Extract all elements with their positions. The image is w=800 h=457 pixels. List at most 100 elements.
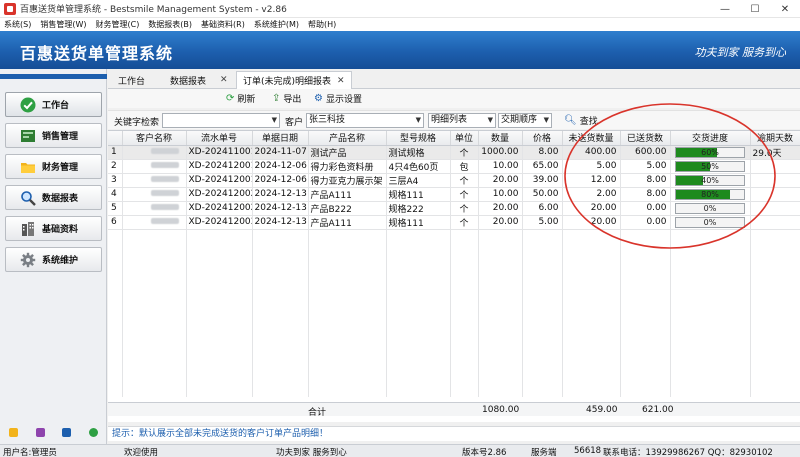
empty-cell bbox=[670, 243, 751, 257]
column-header[interactable]: 单位 bbox=[450, 131, 479, 146]
progress-label: 0% bbox=[703, 203, 717, 213]
empty-cell bbox=[450, 327, 479, 341]
empty-cell bbox=[522, 299, 563, 313]
sidebar-item-base-data[interactable]: 基础资料 bbox=[5, 216, 102, 241]
empty-cell bbox=[478, 243, 523, 257]
empty-cell bbox=[522, 313, 563, 327]
minimize-button[interactable]: — bbox=[710, 0, 740, 18]
sidebar-item-workbench[interactable]: 工作台 bbox=[5, 92, 102, 117]
qty-cell: 20.00 bbox=[478, 201, 523, 216]
redacted-text bbox=[150, 204, 179, 210]
table-row[interactable]: 3 XD-202412001 2024-12-06 得力亚克力展示架 三层A4 个 20.0… bbox=[108, 173, 800, 188]
row-index: 1 bbox=[108, 145, 123, 160]
delivered-cell: 8.00 bbox=[620, 187, 671, 202]
empty-row bbox=[108, 369, 800, 383]
empty-cell bbox=[670, 355, 751, 369]
table-row[interactable]: 6 XD-202412003 2024-12-13 产品A111 规格111 个 20.00… bbox=[108, 215, 800, 230]
view-mode-select[interactable]: 明细列表 ▼ bbox=[428, 113, 496, 128]
column-header[interactable]: 流水单号 bbox=[186, 131, 253, 146]
empty-cell bbox=[670, 271, 751, 285]
banner-slogan: 功夫到家 服务到心 bbox=[694, 46, 787, 59]
empty-cell bbox=[122, 257, 187, 271]
tab-reports[interactable]: 数据报表 ✕ bbox=[170, 71, 228, 89]
column-header[interactable]: 价格 bbox=[522, 131, 563, 146]
tab-close-icon[interactable]: ✕ bbox=[220, 75, 228, 85]
table-row[interactable]: 4 XD-202412002 2024-12-13 产品A111 规格111 个 10.00… bbox=[108, 187, 800, 202]
empty-cell bbox=[252, 355, 309, 369]
table-row[interactable]: 5 XD-202412002 2024-12-13 产品B222 规格222 个 20.00… bbox=[108, 201, 800, 216]
column-header[interactable]: 型号规格 bbox=[386, 131, 451, 146]
empty-cell bbox=[620, 285, 671, 299]
settings-icon: ⚙ bbox=[314, 93, 323, 104]
menu-sales[interactable]: 销售管理(W) bbox=[40, 19, 86, 30]
empty-cell bbox=[450, 369, 479, 383]
maximize-button[interactable]: ☐ bbox=[740, 0, 770, 18]
sidebar-item-maintenance[interactable]: 系统维护 bbox=[5, 247, 102, 272]
column-header[interactable]: 已送货数 bbox=[620, 131, 671, 146]
table-row[interactable]: 1 XD-202411001 2024-11-07 测试产品 测试规格个 1000.00 8… bbox=[108, 145, 800, 160]
tool-2-icon[interactable] bbox=[35, 427, 45, 437]
tab-workbench[interactable]: 工作台 bbox=[118, 71, 145, 89]
sort-order-select[interactable]: 交期顺序 ▼ bbox=[498, 113, 552, 128]
empty-cell bbox=[562, 313, 621, 327]
empty-cell bbox=[308, 313, 387, 327]
column-header[interactable] bbox=[108, 131, 123, 146]
empty-cell bbox=[122, 313, 187, 327]
empty-cell bbox=[478, 271, 523, 285]
empty-cell bbox=[386, 229, 451, 243]
magnifier-icon bbox=[20, 190, 36, 206]
menu-help[interactable]: 帮助(H) bbox=[308, 19, 336, 30]
menu-bar: 系统(S) 销售管理(W) 财务管理(C) 数据报表(B) 基础资料(R) 系统… bbox=[0, 18, 800, 31]
table-row[interactable]: 2 XD-202412001 2024-12-06 得力彩色资料册 4只4色60页包 10… bbox=[108, 159, 800, 174]
menu-finance[interactable]: 财务管理(C) bbox=[95, 19, 139, 30]
column-header[interactable]: 产品名称 bbox=[308, 131, 387, 146]
sidebar-item-finance[interactable]: 财务管理 bbox=[5, 154, 102, 179]
empty-cell bbox=[186, 229, 253, 243]
check-circle-icon bbox=[20, 97, 36, 113]
totals-qty: 1080.00 bbox=[482, 405, 520, 415]
display-settings-button[interactable]: ⚙ 显示设置 bbox=[314, 92, 362, 105]
column-header[interactable]: 逾期天数 bbox=[750, 131, 800, 146]
sidebar-item-reports[interactable]: 数据报表 bbox=[5, 185, 102, 210]
empty-cell bbox=[122, 243, 187, 257]
export-button[interactable]: ⇪ 导出 bbox=[272, 92, 301, 105]
search-button[interactable]: 🔍︎ 查找 bbox=[564, 114, 598, 127]
empty-cell bbox=[522, 285, 563, 299]
sidebar-item-sales[interactable]: 销售管理 bbox=[5, 123, 102, 148]
overdue-cell bbox=[750, 187, 800, 202]
empty-row bbox=[108, 327, 800, 341]
date-cell: 2024-12-13 bbox=[252, 201, 309, 216]
menu-system[interactable]: 系统(S) bbox=[4, 19, 31, 30]
empty-cell bbox=[620, 243, 671, 257]
column-header[interactable]: 交货进度 bbox=[670, 131, 751, 146]
empty-cell bbox=[562, 341, 621, 355]
column-header[interactable]: 客户名称 bbox=[122, 131, 187, 146]
keyword-input[interactable]: ▼ bbox=[162, 113, 280, 128]
menu-maintenance[interactable]: 系统维护(M) bbox=[254, 19, 299, 30]
tool-1-icon[interactable] bbox=[8, 427, 18, 437]
empty-cell bbox=[670, 369, 751, 383]
delivery-progress-bar: 80% bbox=[675, 188, 745, 200]
tab-close-icon[interactable]: ✕ bbox=[337, 76, 345, 86]
status-server-value: 56618 bbox=[574, 446, 602, 456]
empty-cell bbox=[308, 355, 387, 369]
column-header[interactable]: 未送货数量 bbox=[562, 131, 621, 146]
empty-cell bbox=[308, 243, 387, 257]
empty-cell bbox=[450, 299, 479, 313]
menu-base-data[interactable]: 基础资料(R) bbox=[201, 19, 245, 30]
column-header[interactable]: 单据日期 bbox=[252, 131, 309, 146]
tab-order-detail-report[interactable]: 订单(未完成)明细报表 ✕ bbox=[236, 71, 352, 89]
tool-3-icon[interactable] bbox=[62, 427, 72, 437]
empty-cell bbox=[386, 299, 451, 313]
sales-icon bbox=[20, 128, 36, 144]
empty-cell bbox=[450, 271, 479, 285]
column-header[interactable]: 数量 bbox=[478, 131, 523, 146]
delivery-progress-bar: 40% bbox=[675, 174, 745, 186]
refresh-button[interactable]: ⟳ 刷新 bbox=[226, 92, 255, 105]
customer-select[interactable]: 张三科技 ▼ bbox=[306, 113, 424, 128]
unit-cell: 个 bbox=[450, 187, 479, 202]
empty-cell bbox=[750, 355, 800, 369]
menu-reports[interactable]: 数据报表(B) bbox=[148, 19, 192, 30]
close-button[interactable]: ✕ bbox=[770, 0, 800, 18]
tool-4-icon[interactable] bbox=[89, 427, 99, 437]
